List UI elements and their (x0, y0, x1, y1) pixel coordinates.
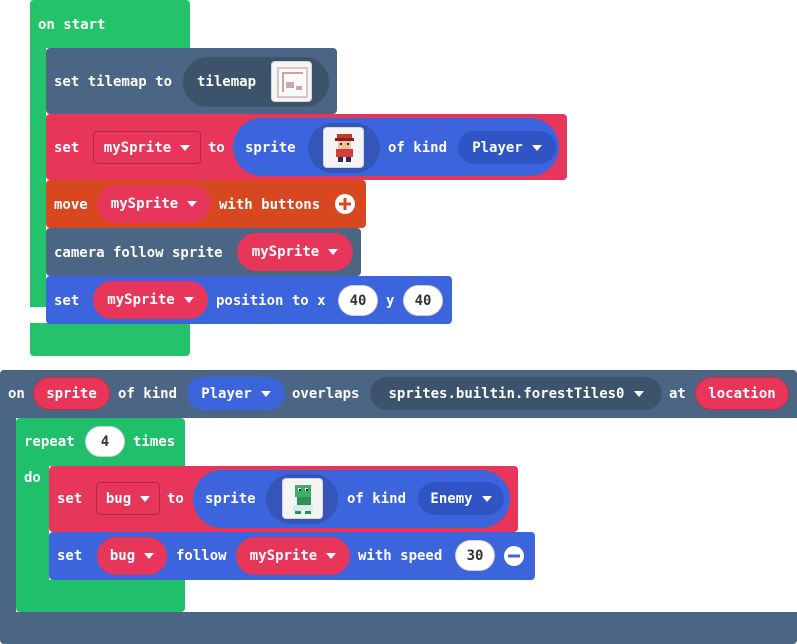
repeat-label: repeat (24, 434, 75, 450)
camera-follow-label: camera follow sprite (54, 245, 223, 261)
on-label: on (8, 386, 25, 402)
overlap-kind-player-dropdown[interactable]: Player (187, 377, 285, 410)
overlap-event-spine (0, 417, 16, 613)
camera-sprite-variable-label: mySprite (251, 244, 320, 260)
chevron-down-icon (180, 144, 191, 151)
position-y-value: 40 (414, 292, 432, 309)
location-label: location (708, 385, 776, 402)
chevron-down-icon (187, 201, 198, 207)
bug-sprite-label: sprite (205, 491, 256, 507)
my-sprite-variable-label: mySprite (103, 139, 172, 156)
follow-bug-variable-dropdown[interactable]: bug (97, 537, 167, 575)
bug-variable-dropdown[interactable]: bug (96, 482, 160, 515)
move-label: move (54, 197, 88, 213)
set-tilemap-label: set tilemap to (54, 74, 173, 90)
tile-dropdown[interactable]: sprites.builtin.forestTiles0 (370, 377, 662, 410)
player-sprite-icon (335, 134, 354, 162)
chevron-down-icon (260, 390, 271, 397)
tilemap-image[interactable] (271, 61, 312, 102)
speed-input[interactable]: 30 (455, 540, 495, 571)
position-sprite-variable-label: mySprite (107, 292, 175, 308)
to-label: to (208, 140, 225, 156)
speed-value: 30 (466, 547, 484, 564)
of-kind-label: of kind (388, 140, 448, 156)
chevron-down-icon (481, 495, 492, 502)
position-x-value: 40 (349, 292, 367, 309)
on-start-label: on start (38, 17, 106, 33)
camera-sprite-variable-dropdown[interactable]: mySprite (237, 233, 353, 271)
overlap-event-footer (0, 612, 797, 644)
set-label: set (54, 140, 80, 156)
on-start-spine (30, 47, 46, 307)
overlap-sprite-variable[interactable]: sprite (33, 377, 110, 410)
with-speed-label: with speed (358, 548, 443, 564)
position-sprite-variable-dropdown[interactable]: mySprite (93, 281, 208, 319)
kind-player-label: Player (472, 139, 523, 156)
chevron-down-icon (633, 390, 644, 397)
tilemap-label: tilemap (197, 74, 257, 90)
move-sprite-variable-dropdown[interactable]: mySprite (97, 185, 211, 223)
sprite-label: sprite (245, 140, 296, 156)
overlap-kind-player-label: Player (201, 385, 252, 402)
follow-set-label: set (57, 548, 83, 564)
at-label: at (669, 386, 686, 402)
tilemap-preview-icon (277, 67, 308, 98)
with-buttons-label: with buttons (219, 197, 321, 213)
kind-player-dropdown[interactable]: Player (458, 131, 556, 164)
add-icon[interactable] (334, 193, 356, 215)
bug-of-kind-label: of kind (347, 491, 407, 507)
bug-set-label: set (57, 491, 83, 507)
follow-target-label: mySprite (249, 548, 318, 564)
kind-enemy-label: Enemy (430, 490, 473, 507)
chevron-down-icon (326, 553, 337, 559)
bug-to-label: to (167, 491, 184, 507)
overlap-sprite-label: sprite (46, 385, 97, 402)
position-x-input[interactable]: 40 (338, 285, 378, 316)
my-sprite-variable-dropdown[interactable]: mySprite (93, 131, 201, 164)
enemy-sprite-image[interactable] (282, 478, 323, 519)
location-variable[interactable]: location (695, 377, 789, 410)
repeat-count-value: 4 (100, 433, 110, 450)
chevron-down-icon (531, 144, 542, 151)
on-start-footer (30, 323, 190, 356)
follow-label: follow (176, 548, 227, 564)
kind-enemy-dropdown[interactable]: Enemy (418, 482, 504, 515)
position-to-x-label: position to x (216, 293, 326, 309)
move-sprite-variable-label: mySprite (110, 196, 179, 212)
position-y-label: y (386, 293, 395, 309)
position-y-input[interactable]: 40 (403, 285, 443, 316)
times-label: times (133, 434, 176, 450)
repeat-count-input[interactable]: 4 (85, 426, 125, 457)
overlaps-label: overlaps (292, 386, 360, 402)
repeat-footer (16, 580, 185, 612)
do-label: do (24, 470, 41, 486)
overlap-of-kind-label: of kind (118, 386, 178, 402)
chevron-down-icon (183, 297, 194, 303)
tile-label: sprites.builtin.forestTiles0 (388, 385, 625, 402)
bug-variable-label: bug (105, 490, 132, 507)
follow-bug-variable-label: bug (109, 548, 136, 564)
position-set-label: set (54, 293, 80, 309)
remove-icon[interactable] (503, 545, 525, 567)
enemy-sprite-icon (293, 485, 313, 514)
chevron-down-icon (328, 249, 339, 255)
chevron-down-icon (144, 553, 155, 559)
player-sprite-image[interactable] (323, 127, 364, 168)
chevron-down-icon (140, 495, 151, 502)
follow-target-dropdown[interactable]: mySprite (236, 537, 350, 575)
